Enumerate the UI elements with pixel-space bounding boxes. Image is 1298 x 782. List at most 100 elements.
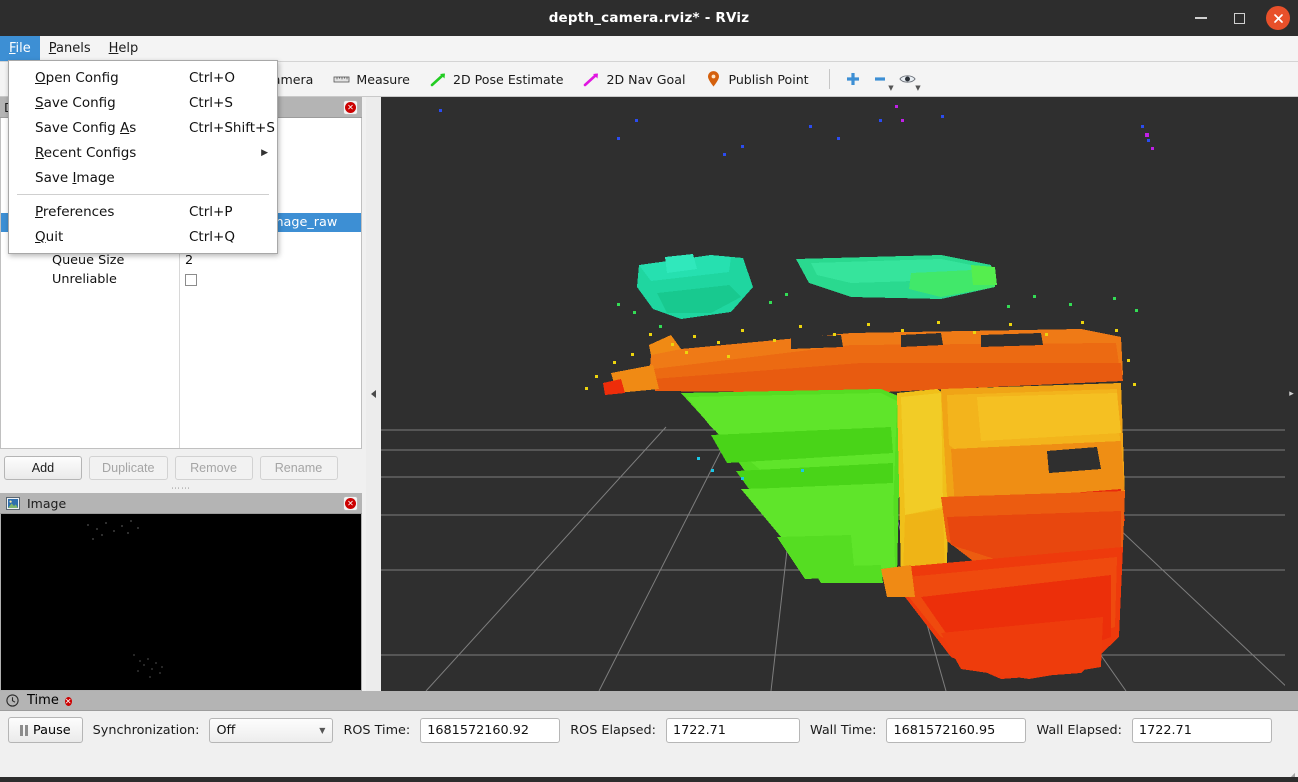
close-icon: ✕ — [345, 101, 356, 113]
display-row-name-cell: Unreliable — [1, 270, 179, 289]
menu-panels[interactable]: Panels — [40, 36, 100, 61]
file-menu-item-preferences[interactable]: Preferences Ctrl+P — [9, 199, 277, 224]
display-row-value-cell[interactable] — [179, 270, 361, 289]
rviz-window: depth_camera.rviz* - RViz File Panels He… — [0, 0, 1298, 782]
tool-label: 2D Nav Goal — [606, 71, 686, 87]
image-panel-close-button[interactable]: ✕ — [343, 495, 358, 511]
menu-item-shortcut: Ctrl+S — [189, 94, 233, 111]
ros-time-label: ROS Time: — [343, 722, 411, 738]
image-panel-content[interactable] — [0, 514, 362, 691]
displays-button-row: Add Duplicate Remove Rename — [0, 452, 362, 484]
menu-item-label: Quit — [35, 228, 64, 245]
tool-label: Measure — [356, 71, 410, 87]
file-menu-item-save-config-as[interactable]: Save Config As Ctrl+Shift+S — [9, 115, 277, 140]
wall-elapsed-label: Wall Elapsed: — [1036, 722, 1122, 738]
file-menu-item-open-config[interactable]: Open Config Ctrl+O — [9, 65, 277, 90]
wall-elapsed-input[interactable]: 1722.71 — [1131, 717, 1272, 743]
maximize-button[interactable] — [1228, 7, 1250, 29]
menu-item-label: Preferences — [35, 203, 115, 220]
window-title: depth_camera.rviz* - RViz — [548, 10, 750, 26]
ros-elapsed-input[interactable]: 1722.71 — [666, 717, 800, 743]
image-icon — [4, 496, 21, 510]
image-panel: Image ✕ — [0, 493, 362, 691]
3d-viewport[interactable] — [381, 97, 1298, 691]
close-icon — [1273, 13, 1283, 23]
tool-visibility[interactable]: ▼ — [895, 65, 921, 93]
menu-file[interactable]: File — [0, 36, 40, 61]
minimize-button[interactable] — [1190, 7, 1212, 29]
file-menu-dropdown: Open Config Ctrl+O Save Config Ctrl+S Save C… — [8, 60, 278, 254]
display-row-label: Unreliable — [52, 272, 117, 287]
file-menu-item-recent-configs[interactable]: Recent Configs ▶ — [9, 140, 277, 165]
chevron-left-icon — [371, 390, 376, 398]
ros-elapsed-label: ROS Elapsed: — [570, 722, 656, 738]
menu-item-shortcut: Ctrl+O — [189, 69, 235, 86]
tool-label: Publish Point — [728, 71, 809, 87]
menu-help[interactable]: Help — [100, 36, 148, 61]
pause-button[interactable]: Pause — [8, 717, 83, 743]
eye-icon — [899, 71, 916, 88]
time-panel: Time ✕ Pause Synchronization: Off ▼ ROS … — [0, 691, 1298, 782]
menu-item-label: Save Config As — [35, 119, 137, 136]
rename-button[interactable]: Rename — [259, 456, 338, 480]
left-dock-collapse-handle[interactable] — [366, 97, 381, 691]
display-row-label: Queue Size — [52, 253, 125, 268]
tool-label: 2D Pose Estimate — [452, 71, 564, 87]
duplicate-button[interactable]: Duplicate — [89, 456, 168, 480]
tool-measure[interactable]: Measure — [324, 65, 419, 93]
chevron-right-icon: ▸ — [1289, 389, 1294, 399]
sync-label: Synchronization: — [92, 722, 200, 738]
ruler-icon — [333, 71, 350, 88]
time-panel-close-button[interactable]: ✕ — [64, 693, 72, 708]
menu-item-shortcut: Ctrl+P — [189, 203, 233, 220]
magenta-arrow-icon — [583, 71, 600, 88]
tool-remove-view[interactable]: ▼ — [868, 65, 894, 93]
map-pin-icon — [705, 71, 722, 88]
pause-label: Pause — [33, 722, 71, 738]
file-menu-item-save-config[interactable]: Save Config Ctrl+S — [9, 90, 277, 115]
sync-select[interactable]: Off ▼ — [209, 717, 334, 743]
menu-bar: File Panels Help — [0, 36, 1298, 62]
time-controls-row: Pause Synchronization: Off ▼ ROS Time: 1… — [0, 711, 1298, 743]
checkbox-unchecked[interactable] — [185, 273, 197, 286]
image-panel-header: Image ✕ — [0, 493, 362, 514]
right-dock-collapse-handle[interactable]: ▸ — [1285, 97, 1298, 691]
menu-item-label: Save Config — [35, 94, 116, 111]
displays-panel-close-button[interactable]: ✕ — [343, 99, 358, 115]
title-bar: depth_camera.rviz* - RViz — [0, 0, 1298, 36]
sync-value: Off — [216, 722, 236, 738]
tool-2d-nav-goal[interactable]: 2D Nav Goal — [574, 65, 694, 93]
chevron-down-icon: ▼ — [888, 84, 894, 92]
viewport-canvas — [381, 97, 1298, 691]
ros-time-input[interactable]: 1681572160.92 — [420, 717, 561, 743]
plus-icon — [845, 71, 862, 88]
tool-2d-pose-estimate[interactable]: 2D Pose Estimate — [421, 65, 573, 93]
time-panel-title: Time — [27, 693, 59, 708]
image-panel-title: Image — [27, 495, 67, 511]
remove-button[interactable]: Remove — [174, 456, 253, 480]
splitter-handle[interactable]: ⋯⋯ — [0, 484, 362, 494]
file-menu-item-save-image[interactable]: Save Image — [9, 165, 277, 190]
time-panel-header: Time ✕ — [0, 691, 1298, 711]
file-menu-item-quit[interactable]: Quit Ctrl+Q — [9, 224, 277, 249]
menu-item-label: Recent Configs — [35, 144, 137, 161]
wall-time-input[interactable]: 1681572160.95 — [886, 717, 1027, 743]
green-arrow-icon — [430, 71, 447, 88]
display-row-unreliable[interactable]: Unreliable — [1, 270, 361, 289]
chevron-down-icon: ▼ — [319, 725, 326, 735]
window-controls — [1190, 0, 1290, 36]
add-button[interactable]: Add — [4, 456, 82, 480]
menu-item-shortcut: Ctrl+Shift+S — [189, 119, 275, 136]
tool-publish-point[interactable]: Publish Point — [696, 65, 817, 93]
tool-add-view[interactable] — [841, 65, 866, 93]
display-row-value: 2 — [185, 253, 194, 268]
close-button[interactable] — [1266, 6, 1290, 30]
minus-icon — [872, 71, 889, 88]
menu-item-shortcut: Ctrl+Q — [189, 228, 235, 245]
menu-item-label: Open Config — [35, 69, 119, 86]
pause-icon — [20, 724, 28, 736]
image-stream — [1, 514, 361, 690]
chevron-down-icon: ▼ — [915, 84, 921, 92]
wall-time-label: Wall Time: — [810, 722, 877, 738]
close-icon: ✕ — [345, 497, 356, 509]
